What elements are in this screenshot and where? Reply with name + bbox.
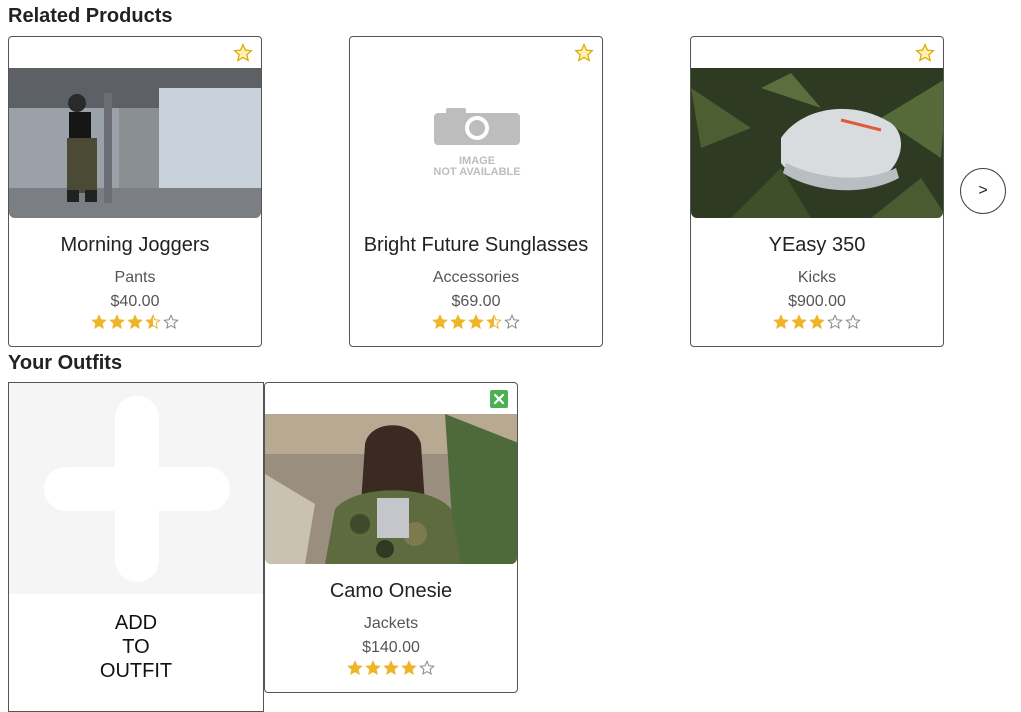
- product-category: Kicks: [797, 269, 837, 286]
- outfit-product-card[interactable]: Camo Onesie Jackets $140.00: [264, 382, 518, 693]
- product-category: Jackets: [363, 615, 419, 632]
- star-empty-icon: [504, 314, 520, 330]
- star-filled-icon: [468, 314, 484, 330]
- add-label-line: ADD: [114, 612, 158, 634]
- placeholder-text-line2: NOT AVAILABLE: [433, 166, 520, 178]
- star-filled-icon: [109, 314, 125, 330]
- product-name[interactable]: Camo Onesie: [265, 580, 517, 603]
- product-image[interactable]: [691, 68, 943, 218]
- carousel-next-button[interactable]: >: [960, 168, 1006, 214]
- product-image[interactable]: [265, 414, 517, 564]
- star-filled-icon: [401, 660, 417, 676]
- star-filled-icon: [91, 314, 107, 330]
- star-rating: [265, 660, 517, 676]
- product-name[interactable]: Morning Joggers: [9, 234, 261, 257]
- star-empty-icon: [827, 314, 843, 330]
- product-name[interactable]: Bright Future Sunglasses: [350, 234, 602, 257]
- star-empty-icon: [845, 314, 861, 330]
- product-category: Pants: [114, 269, 156, 286]
- star-half-icon: [145, 314, 161, 330]
- star-filled-icon: [127, 314, 143, 330]
- product-image[interactable]: [9, 68, 261, 218]
- product-price: $40.00: [110, 293, 160, 310]
- favorite-star-button[interactable]: [915, 43, 935, 63]
- product-image-placeholder[interactable]: IMAGE NOT AVAILABLE: [350, 68, 602, 218]
- star-filled-icon: [450, 314, 466, 330]
- star-filled-icon: [347, 660, 363, 676]
- add-to-outfit-label[interactable]: ADD TO OUTFIT: [9, 611, 263, 683]
- related-product-card[interactable]: Morning Joggers Pants $40.00: [8, 36, 262, 347]
- add-label-line: TO: [122, 636, 150, 658]
- product-price: $900.00: [788, 293, 846, 310]
- remove-outfit-button[interactable]: [489, 389, 509, 409]
- add-label-line: OUTFIT: [99, 660, 173, 682]
- product-name[interactable]: YEasy 350: [691, 234, 943, 257]
- star-outline-icon: [574, 43, 594, 62]
- your-outfits-title: Your Outfits: [8, 352, 123, 374]
- star-rating: [350, 314, 602, 330]
- star-outline-icon: [233, 43, 253, 62]
- star-filled-icon: [365, 660, 381, 676]
- favorite-star-button[interactable]: [574, 43, 594, 63]
- star-rating: [9, 314, 261, 330]
- star-empty-icon: [163, 314, 179, 330]
- product-price: $69.00: [451, 293, 501, 310]
- plus-icon[interactable]: [9, 383, 263, 594]
- related-product-card[interactable]: YEasy 350 Kicks $900.00: [690, 36, 944, 347]
- star-outline-icon: [915, 43, 935, 62]
- product-category: Accessories: [432, 269, 520, 286]
- star-filled-icon: [432, 314, 448, 330]
- favorite-star-button[interactable]: [233, 43, 253, 63]
- star-filled-icon: [383, 660, 399, 676]
- close-square-icon: [490, 390, 508, 408]
- star-half-icon: [486, 314, 502, 330]
- star-empty-icon: [419, 660, 435, 676]
- related-product-card[interactable]: IMAGE NOT AVAILABLE Bright Future Sungla…: [349, 36, 603, 347]
- star-rating: [691, 314, 943, 330]
- star-filled-icon: [791, 314, 807, 330]
- star-filled-icon: [809, 314, 825, 330]
- related-products-title: Related Products: [8, 5, 173, 27]
- add-to-outfit-card[interactable]: ADD TO OUTFIT: [8, 382, 264, 712]
- product-price: $140.00: [362, 639, 420, 656]
- star-filled-icon: [773, 314, 789, 330]
